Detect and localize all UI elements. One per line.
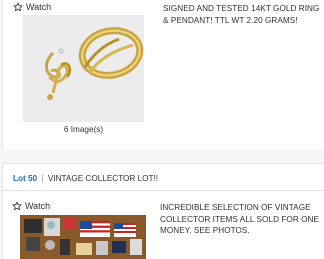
gold-jewelry-photo xyxy=(23,15,144,122)
lot-title: VINTAGE COLLECTOR LOT!! xyxy=(47,174,159,183)
lot-number-link[interactable]: Lot 50 xyxy=(13,174,37,183)
collector-items-photo xyxy=(20,215,146,259)
lot-card-1: Watch 6 Image(s) SIGNED AND TESTED 14KT … xyxy=(2,0,324,150)
lot-thumbnail[interactable] xyxy=(23,15,144,122)
lot-header-separator: | xyxy=(41,174,44,183)
lot-thumbnail-2[interactable] xyxy=(20,215,146,259)
lot-description-2: INCREDIBLE SELECTION OF VINTAGE COLLECTO… xyxy=(160,203,320,235)
star-outline-icon xyxy=(13,2,23,12)
card-divider xyxy=(2,190,324,191)
watch-button-2[interactable]: Watch xyxy=(12,201,50,211)
lot-description: SIGNED AND TESTED 14KT GOLD RING & PENDA… xyxy=(163,4,320,25)
watch-label: Watch xyxy=(26,2,52,12)
image-count: 6 Image(s) xyxy=(63,125,104,134)
watch-button[interactable]: Watch xyxy=(13,2,51,12)
watch-label: Watch xyxy=(25,201,51,211)
star-outline-icon xyxy=(12,201,22,211)
lot-header: Lot 50 | VINTAGE COLLECTOR LOT!! xyxy=(13,174,158,183)
